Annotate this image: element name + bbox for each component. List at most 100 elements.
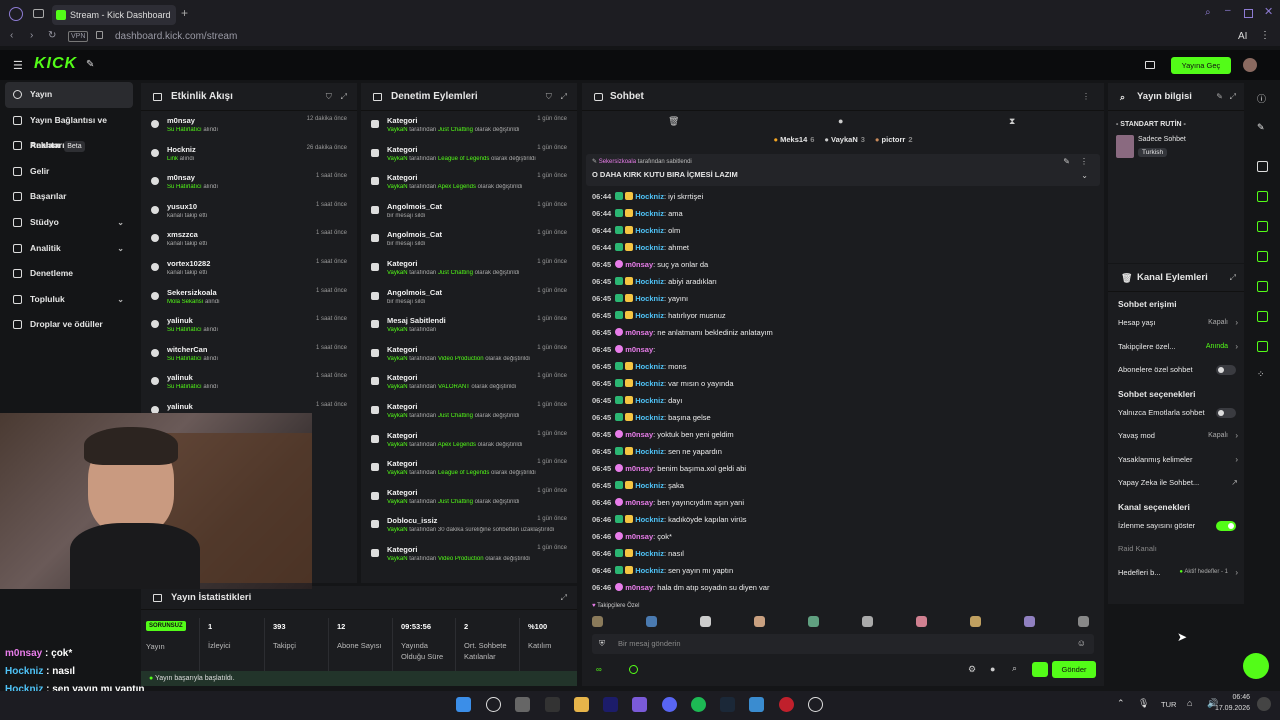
points-icon[interactable]: ∞ xyxy=(596,665,602,674)
leader-item[interactable]: ● VaykaN 3 xyxy=(824,135,865,144)
expand-icon[interactable]: ⤢ xyxy=(561,586,567,610)
emote-icon[interactable] xyxy=(808,616,819,627)
forward-icon[interactable]: › xyxy=(30,30,33,41)
display-icon[interactable] xyxy=(1145,61,1155,69)
windows-start-icon[interactable] xyxy=(456,697,471,712)
message-user[interactable]: Hockniz xyxy=(635,294,664,303)
maximize-icon[interactable] xyxy=(1244,9,1253,18)
nav-item[interactable]: Yayın xyxy=(5,82,133,108)
task-view-icon[interactable] xyxy=(515,697,530,712)
expand-icon[interactable]: ⤢ xyxy=(1230,264,1236,292)
opera-icon[interactable] xyxy=(779,697,794,712)
send-button[interactable]: Gönder xyxy=(1052,661,1096,678)
expand-icon[interactable]: ⤢ xyxy=(561,92,567,101)
network-icon[interactable]: ⌂ xyxy=(1187,698,1192,708)
nav-item[interactable]: Reklam Beta xyxy=(0,133,138,159)
editor-icon[interactable] xyxy=(545,697,560,712)
activity-row[interactable]: m0nsay Su Hatırlatıcı alındı 12 dakika önc… xyxy=(141,111,357,140)
message-user[interactable]: Hockniz xyxy=(635,515,664,524)
activity-row[interactable]: yusux10 kanalı takip etti 1 saat önce xyxy=(141,197,357,226)
back-icon[interactable]: ‹ xyxy=(10,30,13,41)
message-user[interactable]: m0nsay xyxy=(625,430,653,439)
emote-icon[interactable] xyxy=(1024,616,1035,627)
mod-user[interactable]: VaykaN xyxy=(387,127,408,133)
emote-icon[interactable] xyxy=(1078,616,1089,627)
tray-chevron-icon[interactable]: ⌃ xyxy=(1117,698,1125,709)
leader-item[interactable]: ● Meks14 6 xyxy=(774,135,815,144)
chevron-down-icon[interactable]: ⌄ xyxy=(1081,171,1088,180)
message-user[interactable]: Hockniz xyxy=(635,447,664,456)
mod-row[interactable]: Angolmois_Cat bir mesajı sildi 1 gün önce xyxy=(361,225,577,254)
unpin-icon[interactable]: ✎ xyxy=(1063,157,1070,166)
nav-item[interactable]: Analitik ⌄ xyxy=(0,236,138,262)
url-text[interactable]: dashboard.kick.com/stream xyxy=(115,31,237,42)
mic-icon[interactable]: 🎙 xyxy=(1138,698,1149,709)
message-user[interactable]: Hockniz xyxy=(635,549,664,558)
edit-icon[interactable]: ✎ xyxy=(1257,122,1265,133)
spotify-icon[interactable] xyxy=(691,697,706,712)
hourglass-icon[interactable]: ⧗ xyxy=(1009,116,1015,127)
mod-row[interactable]: Kategori VaykaN tarafından Just Chatting … xyxy=(361,111,577,140)
mod-row[interactable]: Kategori VaykaN tarafından VALORANT olara… xyxy=(361,368,577,397)
chat-toggle-icon[interactable] xyxy=(1257,251,1268,262)
mod-user[interactable]: VaykaN xyxy=(387,413,408,419)
workspaces-icon[interactable] xyxy=(33,9,44,18)
nav-item[interactable]: Yayın Bağlantısı ve Anahtarı xyxy=(0,108,138,150)
emote-icon[interactable] xyxy=(970,616,981,627)
clock-date[interactable]: 17.09.2026 xyxy=(1203,705,1250,712)
emote-icon[interactable] xyxy=(862,616,873,627)
mod-user[interactable]: VaykaN xyxy=(387,499,408,505)
speech-bubble-icon[interactable]: ● xyxy=(838,116,843,126)
activity-row[interactable]: vortex10282 kanalı takip etti 1 saat önce xyxy=(141,254,357,283)
mod-row[interactable]: Kategori VaykaN tarafından Video Producti… xyxy=(361,540,577,569)
layout-icon[interactable] xyxy=(1257,161,1268,172)
info-toggle-icon[interactable] xyxy=(1257,341,1268,352)
activity-row[interactable]: witcherCan Su Hatırlatıcı alındı 1 saat ön… xyxy=(141,340,357,369)
nav-item[interactable]: Topluluk ⌄ xyxy=(0,287,138,313)
explorer-icon[interactable] xyxy=(574,697,589,712)
chat-input[interactable]: ⛨ Bir mesaj gönderin ☺ xyxy=(592,634,1094,654)
menu-icon[interactable]: ⋮ xyxy=(1260,30,1270,41)
activity-row[interactable]: Hockniz Link alındı 26 dakika önce xyxy=(141,140,357,169)
expand-icon[interactable]: ⤢ xyxy=(341,92,347,101)
mod-user[interactable]: VaykaN xyxy=(387,556,408,562)
app-icon[interactable] xyxy=(749,697,764,712)
mod-user[interactable]: VaykaN xyxy=(387,184,408,190)
activity-row[interactable]: m0nsay Su Hatırlatıcı alındı 1 saat önce xyxy=(141,168,357,197)
mod-user[interactable]: VaykaN xyxy=(387,327,408,333)
more-widgets-icon[interactable]: ⁘ xyxy=(1257,369,1265,380)
mod-row[interactable]: Kategori VaykaN tarafından Apex Legends o… xyxy=(361,168,577,197)
channel-toggle-icon[interactable] xyxy=(1257,311,1268,322)
emoji-icon[interactable]: ☺ xyxy=(1077,638,1086,648)
message-user[interactable]: Hockniz xyxy=(635,396,664,405)
message-user[interactable]: Hockniz xyxy=(635,566,664,575)
category-name[interactable]: Sadece Sohbet xyxy=(1138,136,1186,143)
obs-icon[interactable] xyxy=(808,697,823,712)
message-user[interactable]: Hockniz xyxy=(635,311,664,320)
search-icon[interactable]: ⌕ xyxy=(1205,7,1211,18)
mod-user[interactable]: VaykaN xyxy=(387,356,408,362)
message-user[interactable]: Hockniz xyxy=(635,226,664,235)
banned-words-row[interactable]: Yasaklanmış kelimeler › xyxy=(1108,448,1244,472)
mod-toggle-icon[interactable] xyxy=(1257,221,1268,232)
mod-row[interactable]: Doblocu_issiz VaykaN tarafından 30 dakika… xyxy=(361,511,577,540)
mod-user[interactable]: VaykaN xyxy=(387,527,408,533)
message-user[interactable]: m0nsay xyxy=(625,498,653,507)
notification-icon[interactable] xyxy=(1257,697,1271,711)
help-icon[interactable] xyxy=(1243,653,1269,679)
pinned-by-user[interactable]: Sekersizkoala xyxy=(599,159,636,165)
edit-icon[interactable]: ✎ xyxy=(1216,92,1223,101)
account-age-row[interactable]: Hesap yaşı Kapalı › xyxy=(1108,311,1244,335)
stats-toggle-icon[interactable] xyxy=(1257,281,1268,292)
search-icon[interactable] xyxy=(486,697,501,712)
activity-row[interactable]: Sekersizkoala Mola Sekansı alındı 1 saat ö… xyxy=(141,283,357,312)
subs-only-toggle[interactable] xyxy=(1216,365,1236,375)
info-icon[interactable]: ⓘ xyxy=(1257,92,1266,105)
tab-kick-dashboard[interactable]: Stream - Kick Dashboard xyxy=(52,5,176,25)
chat-menu-icon[interactable]: ⋮ xyxy=(1082,83,1090,111)
mod-row[interactable]: Kategori VaykaN tarafından League of Lege… xyxy=(361,454,577,483)
pin-icon[interactable]: ✎ xyxy=(86,59,94,70)
language-indicator[interactable]: TUR xyxy=(1161,700,1176,709)
raid-row[interactable]: Raid Kanalı xyxy=(1108,537,1244,561)
emote-icon[interactable] xyxy=(700,616,711,627)
